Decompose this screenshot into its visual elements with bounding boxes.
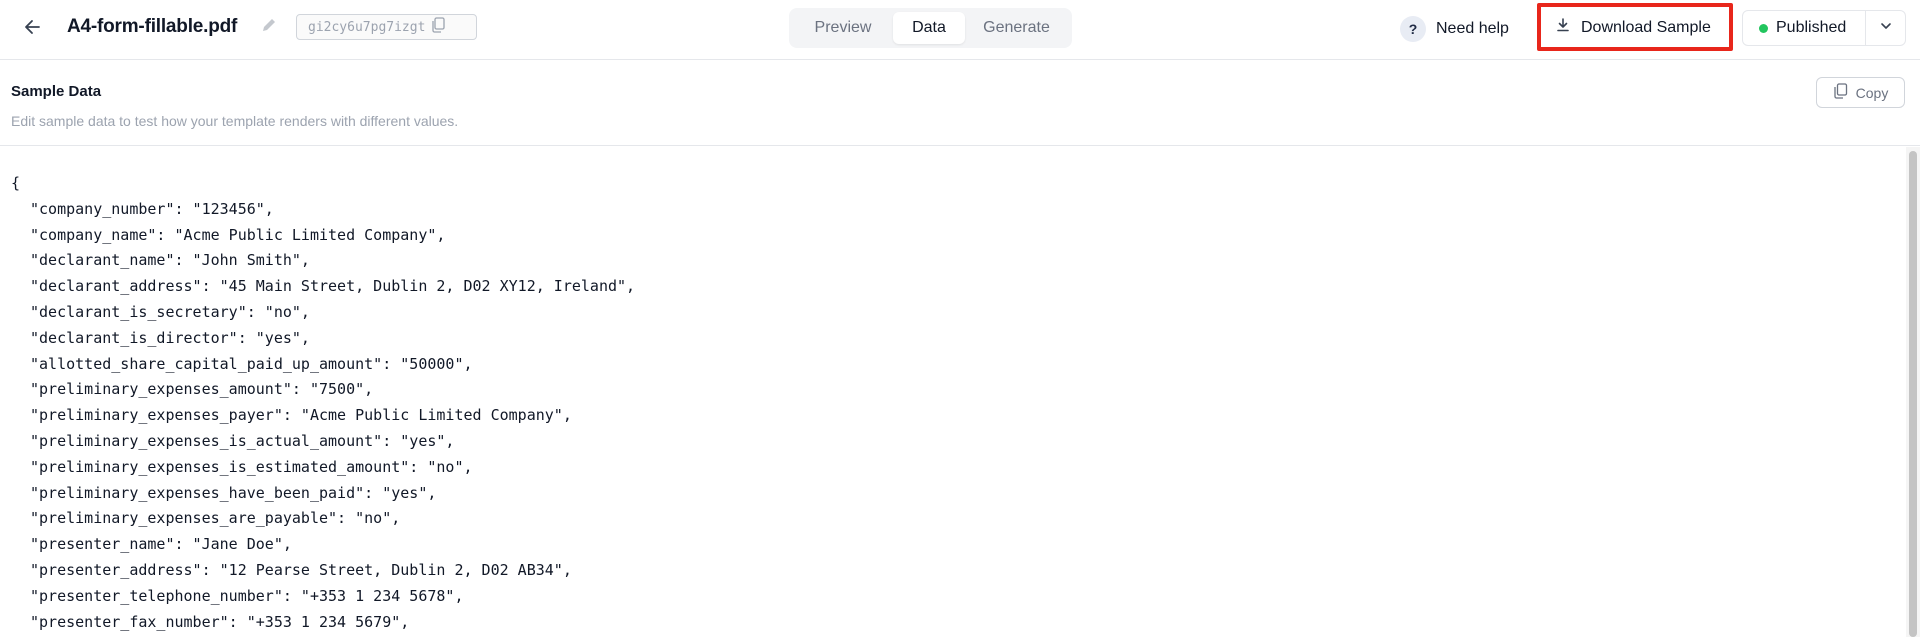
code-line: "preliminary_expenses_have_been_paid": "… xyxy=(30,483,437,502)
tab-data[interactable]: Data xyxy=(893,12,965,44)
json-editor[interactable]: { "company_number": "123456", "company_n… xyxy=(0,147,1906,637)
copy-button[interactable]: Copy xyxy=(1816,77,1905,108)
code-line: "presenter_fax_number": "+353 1 234 5679… xyxy=(30,612,410,631)
code-line: "declarant_is_secretary": "no", xyxy=(30,302,310,321)
template-id-chip: gi2cy6u7pg7izgt xyxy=(296,14,477,40)
file-title: A4-form-fillable.pdf xyxy=(67,16,238,37)
download-sample-button[interactable]: Download Sample xyxy=(1545,11,1725,44)
code-line: "presenter_telephone_number": "+353 1 23… xyxy=(30,586,464,605)
editor-scrollbar[interactable] xyxy=(1906,147,1920,637)
back-button[interactable] xyxy=(18,14,48,44)
status-dot xyxy=(1759,23,1768,33)
code-line: "preliminary_expenses_is_actual_amount":… xyxy=(30,431,455,450)
code-line: "preliminary_expenses_are_payable": "no"… xyxy=(30,509,401,528)
code-line: "preliminary_expenses_is_estimated_amoun… xyxy=(30,457,473,476)
copy-id-button[interactable] xyxy=(431,17,446,37)
published-button[interactable]: Published xyxy=(1743,11,1865,45)
rename-button[interactable] xyxy=(259,17,279,37)
publish-status-control: Published xyxy=(1742,10,1906,46)
template-id: gi2cy6u7pg7izgt xyxy=(308,19,426,35)
tab-preview[interactable]: Preview xyxy=(793,12,893,44)
code-line: "allotted_share_capital_paid_up_amount":… xyxy=(30,354,473,373)
arrow-left-icon xyxy=(23,17,43,42)
need-help-label: Need help xyxy=(1436,20,1509,37)
scrollbar-thumb[interactable] xyxy=(1909,151,1917,637)
code-line: "declarant_is_director": "yes", xyxy=(30,328,310,347)
section-description: Edit sample data to test how your templa… xyxy=(11,113,459,129)
tab-generate[interactable]: Generate xyxy=(965,12,1068,44)
code-line: "company_name": "Acme Public Limited Com… xyxy=(30,225,446,244)
publish-dropdown-toggle[interactable] xyxy=(1865,11,1905,45)
code-line: "presenter_name": "Jane Doe", xyxy=(30,535,292,554)
pencil-icon xyxy=(261,17,277,38)
copy-label: Copy xyxy=(1855,84,1889,101)
copy-icon xyxy=(1833,83,1848,102)
download-sample-label: Download Sample xyxy=(1581,18,1711,36)
code-line: "declarant_name": "John Smith", xyxy=(30,251,310,270)
sample-data-header: Sample Data Edit sample data to test how… xyxy=(0,61,1920,146)
code-line: "presenter_address": "12 Pearse Street, … xyxy=(30,560,572,579)
view-tabs: Preview Data Generate xyxy=(789,8,1072,48)
copy-icon xyxy=(431,17,446,37)
top-bar: A4-form-fillable.pdf gi2cy6u7pg7izgt Pre… xyxy=(0,0,1920,60)
chevron-down-icon xyxy=(1879,19,1893,38)
code-line: "preliminary_expenses_amount": "7500", xyxy=(30,380,374,399)
code-line: "preliminary_expenses_payer": "Acme Publ… xyxy=(30,406,572,425)
published-label: Published xyxy=(1776,19,1847,36)
code-line: { xyxy=(11,174,21,192)
download-icon xyxy=(1555,17,1571,38)
section-title: Sample Data xyxy=(11,83,102,100)
code-line: "declarant_address": "45 Main Street, Du… xyxy=(30,277,636,296)
question-icon: ? xyxy=(1400,16,1426,42)
code-line: "company_number": "123456", xyxy=(30,199,274,218)
need-help-button[interactable]: ? Need help xyxy=(1400,14,1509,44)
